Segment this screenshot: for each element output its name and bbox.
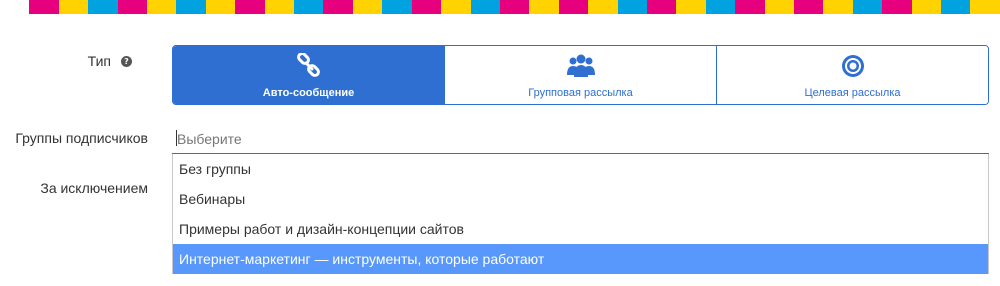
stripe-segment	[617, 0, 647, 14]
stripe-segment	[823, 0, 853, 14]
stripe-segment	[323, 0, 353, 14]
stripe-segment	[117, 0, 148, 14]
stripe-segment	[88, 0, 118, 14]
type-option-target-mailing[interactable]: Целевая рассылка	[716, 46, 988, 104]
dropdown-option-portfolio[interactable]: Примеры работ и дизайн-концепции сайтов	[173, 214, 988, 244]
type-label: Тип ?	[88, 53, 132, 69]
type-option-group-mailing[interactable]: Групповая рассылка	[444, 46, 716, 104]
stripe-segment	[441, 0, 471, 14]
stripe-segment	[529, 0, 559, 14]
subscriber-groups-search-input[interactable]	[172, 124, 989, 154]
stripe-segment	[382, 0, 412, 14]
dropdown-option-internet-marketing[interactable]: Интернет-маркетинг — инструменты, которы…	[173, 244, 988, 274]
subscriber-groups-label: Группы подписчиков	[15, 130, 148, 146]
target-icon	[840, 51, 866, 81]
stripe-segment	[58, 0, 89, 14]
stripe-segment	[676, 0, 706, 14]
help-icon[interactable]: ?	[121, 55, 132, 67]
stripe-segment	[941, 0, 971, 14]
type-option-label: Авто-сообщение	[262, 87, 355, 99]
stripe-segment	[882, 0, 912, 14]
stripe-segment	[705, 0, 736, 14]
stripe-segment	[499, 0, 530, 14]
text-caret	[176, 130, 177, 146]
stripe-segment	[205, 0, 236, 14]
type-selector: Авто-сообщение Групповая рассылка Целева…	[172, 45, 989, 105]
stripe-segment	[352, 0, 383, 14]
type-option-label: Групповая рассылка	[528, 87, 633, 99]
stripe-segment	[764, 0, 794, 14]
stripe-segment	[470, 0, 500, 14]
dropdown-option-webinars[interactable]: Вебинары	[173, 184, 988, 214]
stripe-segment	[176, 0, 206, 14]
type-option-auto-message[interactable]: Авто-сообщение	[173, 46, 444, 104]
stripe-segment	[793, 0, 824, 14]
type-option-label: Целевая рассылка	[804, 87, 901, 99]
stripe-segment	[970, 0, 1000, 14]
stripe-segment	[0, 0, 30, 14]
stripe-segment	[558, 0, 589, 14]
stripe-segment	[588, 0, 618, 14]
stripe-segment	[735, 0, 765, 14]
stripe-segment	[29, 0, 59, 14]
stripe-segment	[852, 0, 883, 14]
except-label: За исключением	[40, 180, 148, 196]
stripe-segment	[264, 0, 295, 14]
dropdown-option-no-group[interactable]: Без группы	[173, 154, 988, 184]
groups-dropdown: Без группы Вебинары Примеры работ и диза…	[172, 154, 989, 274]
stripe-segment	[411, 0, 442, 14]
users-icon	[566, 51, 596, 81]
stripe-segment	[294, 0, 324, 14]
link-icon	[296, 51, 322, 81]
stripe-segment	[911, 0, 941, 14]
stripe-segment	[646, 0, 677, 14]
decorative-stripe	[0, 0, 1000, 14]
stripe-segment	[147, 0, 177, 14]
type-label-text: Тип	[87, 53, 111, 69]
stripe-segment	[235, 0, 265, 14]
